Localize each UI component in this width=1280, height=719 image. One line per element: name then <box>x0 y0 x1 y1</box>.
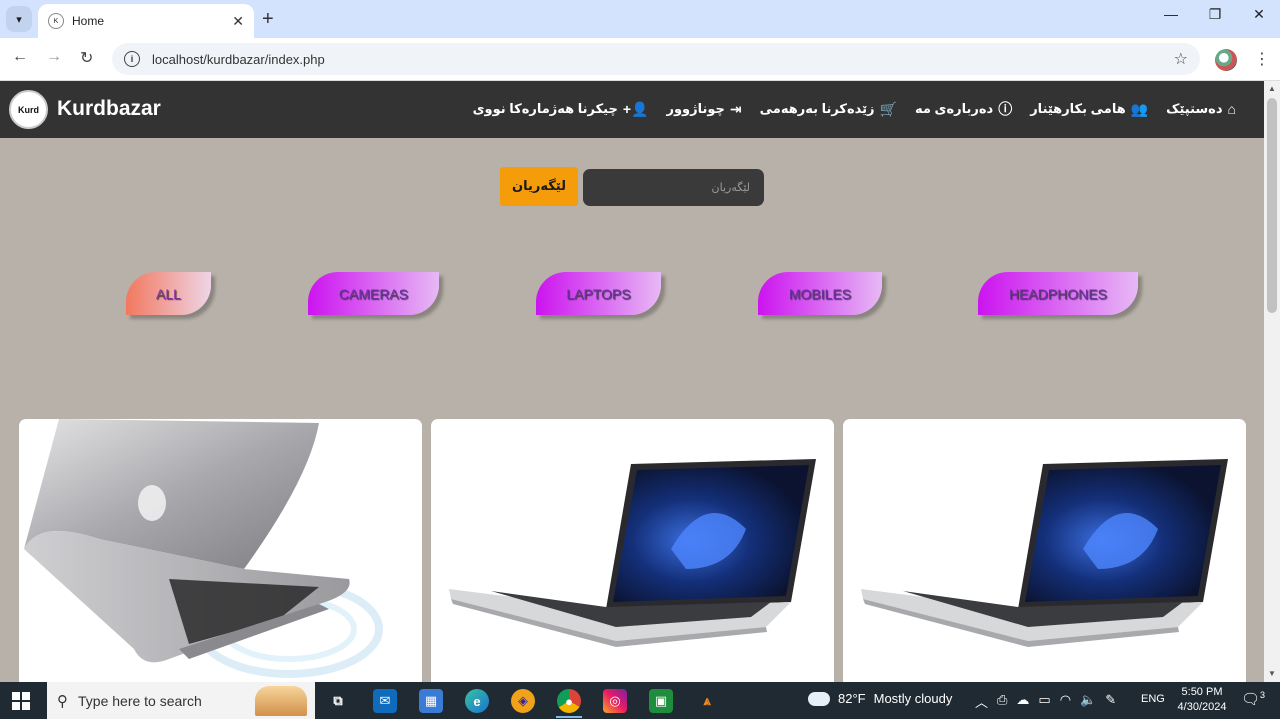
hp-laptop-image <box>861 459 1228 647</box>
search-input[interactable] <box>583 169 764 206</box>
cloud-icon <box>808 691 830 706</box>
forward-button[interactable]: → <box>46 48 62 66</box>
url-text[interactable]: localhost/kurdbazar/index.php <box>152 52 1174 67</box>
nav-register[interactable]: 👤+ چیکرنا هەژمارەکا نووی <box>473 99 649 119</box>
address-bar[interactable]: i localhost/kurdbazar/index.php ☆ <box>112 43 1200 75</box>
product-card[interactable] <box>843 419 1246 689</box>
product-card[interactable] <box>431 419 834 689</box>
close-window-button[interactable]: ✕ <box>1236 6 1280 23</box>
nav-home-label: دەستپێک <box>1166 101 1223 116</box>
nav-add-product-label: زێدەکرنا بەرهەمی <box>759 101 875 116</box>
task-view-icon[interactable]: ⧉ <box>326 689 350 713</box>
store-icon[interactable]: ▦ <box>419 689 443 713</box>
meet-now-icon[interactable]: ⎙ <box>997 692 1007 711</box>
cloud-sync-icon[interactable]: ☁ <box>1016 692 1029 711</box>
new-tab-button[interactable]: + <box>262 8 274 31</box>
vpn-shield-icon[interactable]: ◈ <box>511 689 535 713</box>
clock-time: 5:50 PM <box>1181 686 1223 698</box>
edge-icon[interactable]: e <box>465 689 489 713</box>
clock-date: 4/30/2024 <box>1177 701 1227 713</box>
weather-description: Mostly cloudy <box>873 691 953 706</box>
site-navbar: Kurd Kurdbazar ⌂ دەستپێک 👥 هامی بکارهێنار … <box>0 81 1264 138</box>
site-favicon: K <box>48 13 64 29</box>
profile-avatar[interactable] <box>1215 49 1237 71</box>
category-mobiles-button[interactable]: MOBILES <box>758 272 882 315</box>
category-all-button[interactable]: ALL <box>126 272 211 315</box>
users-icon: 👥 <box>1130 100 1149 117</box>
cart-icon: 🛒 <box>879 100 897 117</box>
show-hidden-icons-chevron-icon[interactable]: ︿ <box>975 692 988 711</box>
search-highlight-image <box>255 686 307 716</box>
nav-register-label: چیکرنا هەژمارەکا نووی <box>472 101 618 116</box>
taskbar-search-placeholder: Type here to search <box>78 692 202 709</box>
kurdbazar-logo[interactable]: Kurd <box>9 90 48 129</box>
system-clock[interactable]: 5:50 PM 4/30/2024 <box>1172 685 1232 715</box>
notification-count: 3 <box>1260 690 1266 700</box>
volume-icon[interactable]: 🔈 <box>1080 692 1096 711</box>
nav-login[interactable]: ⇥ چوناژوور <box>666 99 741 119</box>
search-button[interactable]: لێگەریان <box>500 167 578 206</box>
nav-about-label: دەربارەی مە <box>914 101 994 116</box>
pen-icon[interactable]: ✎ <box>1105 692 1116 711</box>
classroom-icon[interactable]: ▣ <box>649 689 673 713</box>
active-app-indicator <box>556 716 582 718</box>
nav-links: ⌂ دەستپێک 👥 هامی بکارهێنار ⓘ دەربارەی مە 🛒 ز… <box>473 99 1236 119</box>
nav-home[interactable]: ⌂ دەستپێک <box>1166 99 1236 119</box>
browser-tab-bar: ▾ K Home ✕ + — ❐ ✕ <box>0 0 1280 38</box>
weather-widget[interactable]: 82°F Mostly cloudy <box>808 691 952 706</box>
tab-title: Home <box>72 14 105 28</box>
windows-taskbar: ⚲ Type here to search ⧉ ✉ ▦ e ◈ ● ◎ ▣ ⩓ … <box>0 682 1280 719</box>
browser-tab-home[interactable]: K Home ✕ <box>38 4 254 38</box>
nav-all-users[interactable]: 👥 هامی بکارهێنار <box>1030 99 1148 119</box>
category-laptops-button[interactable]: LAPTOPS <box>536 272 661 315</box>
restore-button[interactable]: ❐ <box>1192 6 1238 23</box>
taskbar-search-box[interactable]: ⚲ Type here to search <box>47 682 315 719</box>
system-tray: ︿ ⎙ ☁ ▭ ◠ 🔈 ✎ <box>975 692 1116 711</box>
category-cameras-button[interactable]: CAMERAS <box>308 272 439 315</box>
battery-icon[interactable]: ▭ <box>1038 692 1050 711</box>
nav-about[interactable]: ⓘ دەربارەی مە <box>915 99 1012 119</box>
close-tab-icon[interactable]: ✕ <box>232 13 244 30</box>
nav-all-users-label: هامی بکارهێنار <box>1030 101 1126 116</box>
site-info-icon[interactable]: i <box>124 51 140 67</box>
login-icon: ⇥ <box>729 100 742 117</box>
search-icon: ⚲ <box>57 692 68 710</box>
category-headphones-button[interactable]: HEADPHONES <box>978 272 1138 315</box>
reload-button[interactable]: ↻ <box>80 48 93 68</box>
home-icon: ⌂ <box>1227 101 1236 117</box>
brand-name[interactable]: Kurdbazar <box>57 97 161 121</box>
scrollbar-thumb[interactable] <box>1267 98 1277 313</box>
nav-login-label: چوناژوور <box>666 101 725 116</box>
hp-laptop-image <box>449 459 816 647</box>
notification-center-icon[interactable]: 🗨3 <box>1241 690 1265 708</box>
weather-temperature: 82°F <box>838 691 866 706</box>
info-icon: ⓘ <box>998 101 1013 117</box>
scroll-down-arrow-icon[interactable]: ▼ <box>1268 669 1276 678</box>
bookmark-star-icon[interactable]: ☆ <box>1174 49 1188 69</box>
xampp-icon[interactable]: ⩓ <box>695 689 719 713</box>
browser-menu-icon[interactable]: ⋮ <box>1254 49 1270 69</box>
windows-start-button[interactable] <box>12 692 30 710</box>
macbook-laptop-image <box>24 419 383 678</box>
wifi-icon[interactable]: ◠ <box>1060 692 1071 711</box>
tab-search-button[interactable]: ▾ <box>6 6 32 32</box>
product-card[interactable] <box>19 419 422 689</box>
nav-add-product[interactable]: 🛒 زێدەکرنا بەرهەمی <box>760 99 897 119</box>
scroll-up-arrow-icon[interactable]: ▲ <box>1268 84 1276 93</box>
language-indicator[interactable]: ENG <box>1141 693 1165 705</box>
instagram-icon[interactable]: ◎ <box>603 689 627 713</box>
mail-icon[interactable]: ✉ <box>373 689 397 713</box>
back-button[interactable]: ← <box>12 48 28 66</box>
minimize-button[interactable]: — <box>1148 6 1194 22</box>
browser-toolbar: ← → ↻ i localhost/kurdbazar/index.php ☆ <box>0 38 1280 81</box>
chrome-icon[interactable]: ● <box>557 689 581 713</box>
user-plus-icon: 👤+ <box>622 100 649 117</box>
